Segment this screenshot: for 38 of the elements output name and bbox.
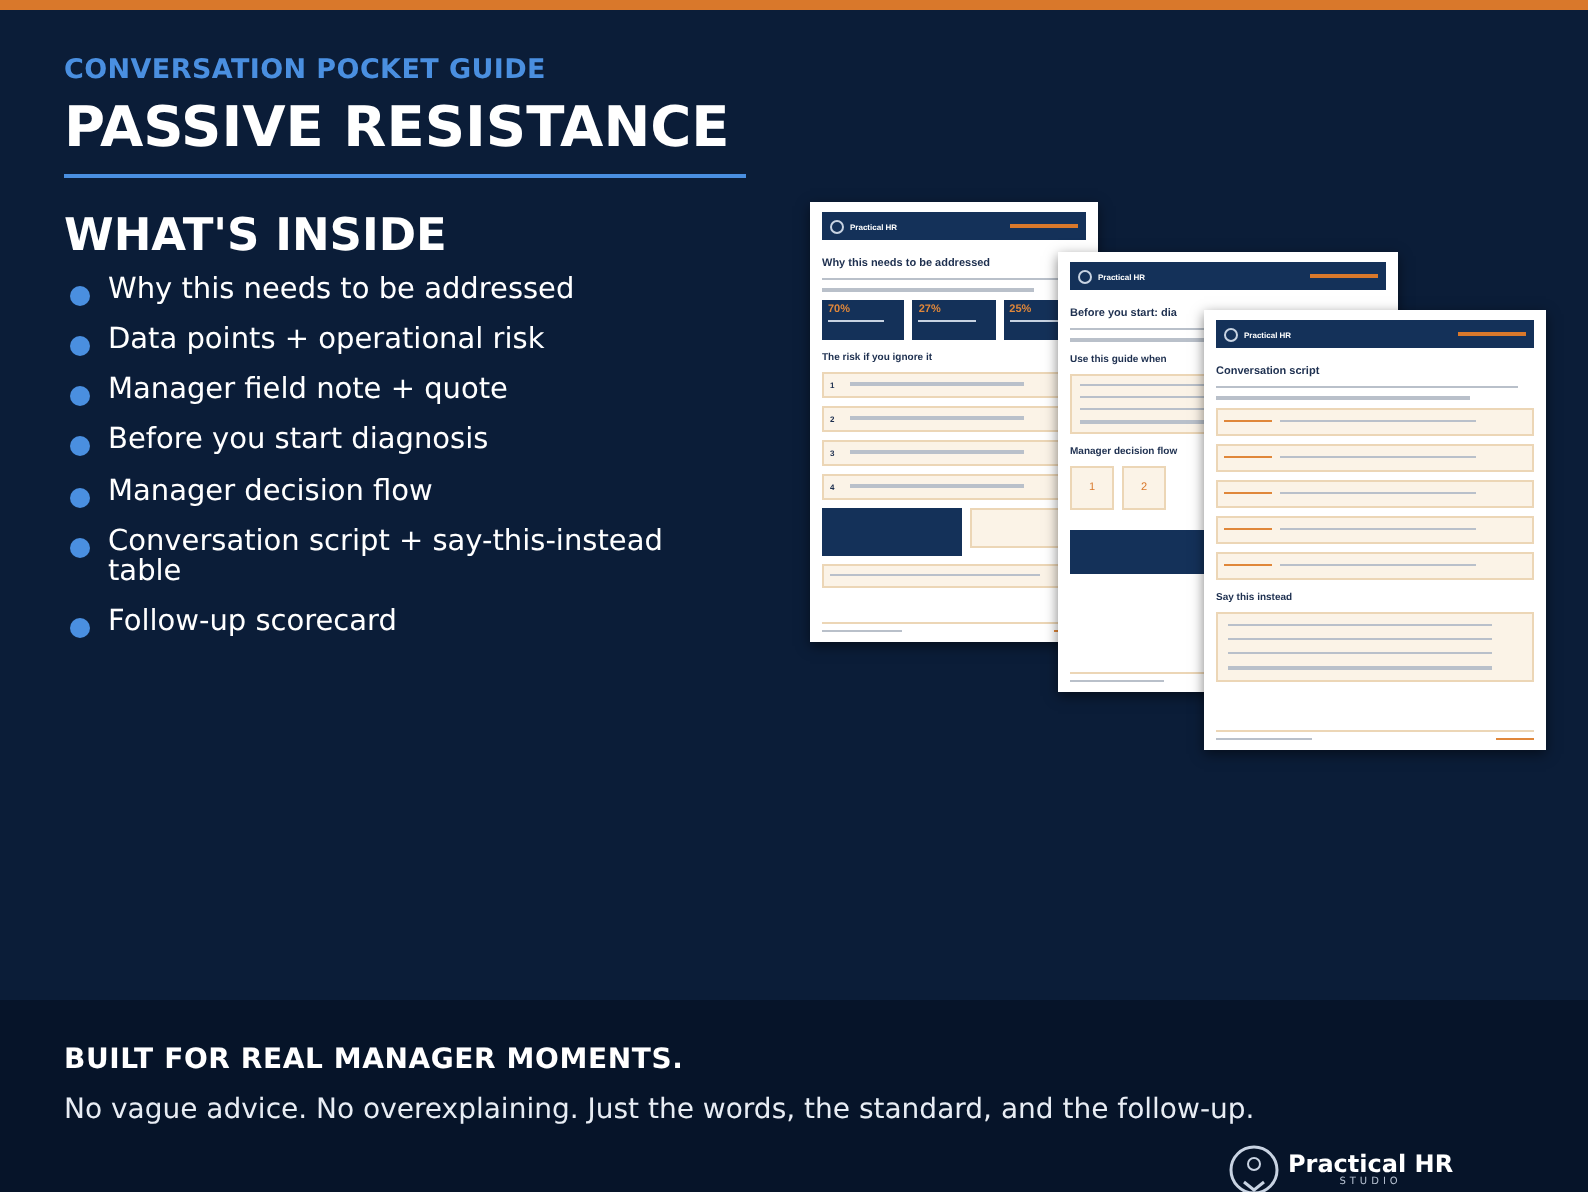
logo-name: Practical HR — [1288, 1152, 1454, 1176]
bullet-icon — [70, 487, 90, 508]
footer-tagline: No vague advice. No overexplaining. Just the words, the standard, and the follow-up. — [64, 1094, 1257, 1126]
placeholder-line — [1070, 679, 1165, 682]
contents-item: Why this needs to be addressed — [108, 275, 575, 307]
contents-item: Conversation script + say-this-instead table — [108, 527, 665, 589]
contents-item: Data points + operational risk — [108, 326, 545, 357]
placeholder-line — [1224, 527, 1273, 531]
accent-line — [1010, 224, 1078, 228]
guide-label: CONVERSATION POCKET GUIDE — [64, 54, 548, 86]
placeholder-line — [1495, 737, 1534, 740]
placeholder-line — [918, 319, 976, 322]
placeholder-line — [1216, 737, 1312, 740]
bullet-icon — [70, 285, 90, 306]
placeholder-line — [1224, 455, 1273, 459]
accent-line — [1310, 274, 1378, 278]
logo-icon — [1078, 269, 1092, 283]
footer-headline: BUILT FOR REAL MANAGER MOMENTS. — [64, 1044, 686, 1076]
placeholder-line — [1224, 563, 1273, 567]
bullet-icon — [70, 336, 90, 357]
bullet-icon — [70, 436, 90, 457]
bullet-icon — [70, 618, 90, 639]
logo-icon — [1228, 1144, 1280, 1192]
field-note-card — [822, 507, 962, 556]
accent-line — [1458, 332, 1526, 336]
placeholder-line — [1224, 491, 1273, 495]
contents-item: Follow-up scorecard — [108, 608, 397, 640]
placeholder-line — [822, 629, 902, 632]
bullet-icon — [70, 386, 90, 407]
contents-item: Manager decision flow — [108, 477, 433, 508]
contents-item: Manager field note + quote — [108, 376, 508, 407]
logo-icon — [830, 219, 844, 233]
guide-title: PASSIVE RESISTANCE — [64, 98, 732, 160]
placeholder-line — [828, 319, 885, 322]
section-heading: WHAT'S INSIDE — [64, 209, 449, 262]
bullet-icon — [70, 537, 90, 558]
logo-icon — [1224, 327, 1238, 341]
contents-item: Before you start diagnosis — [108, 426, 489, 458]
